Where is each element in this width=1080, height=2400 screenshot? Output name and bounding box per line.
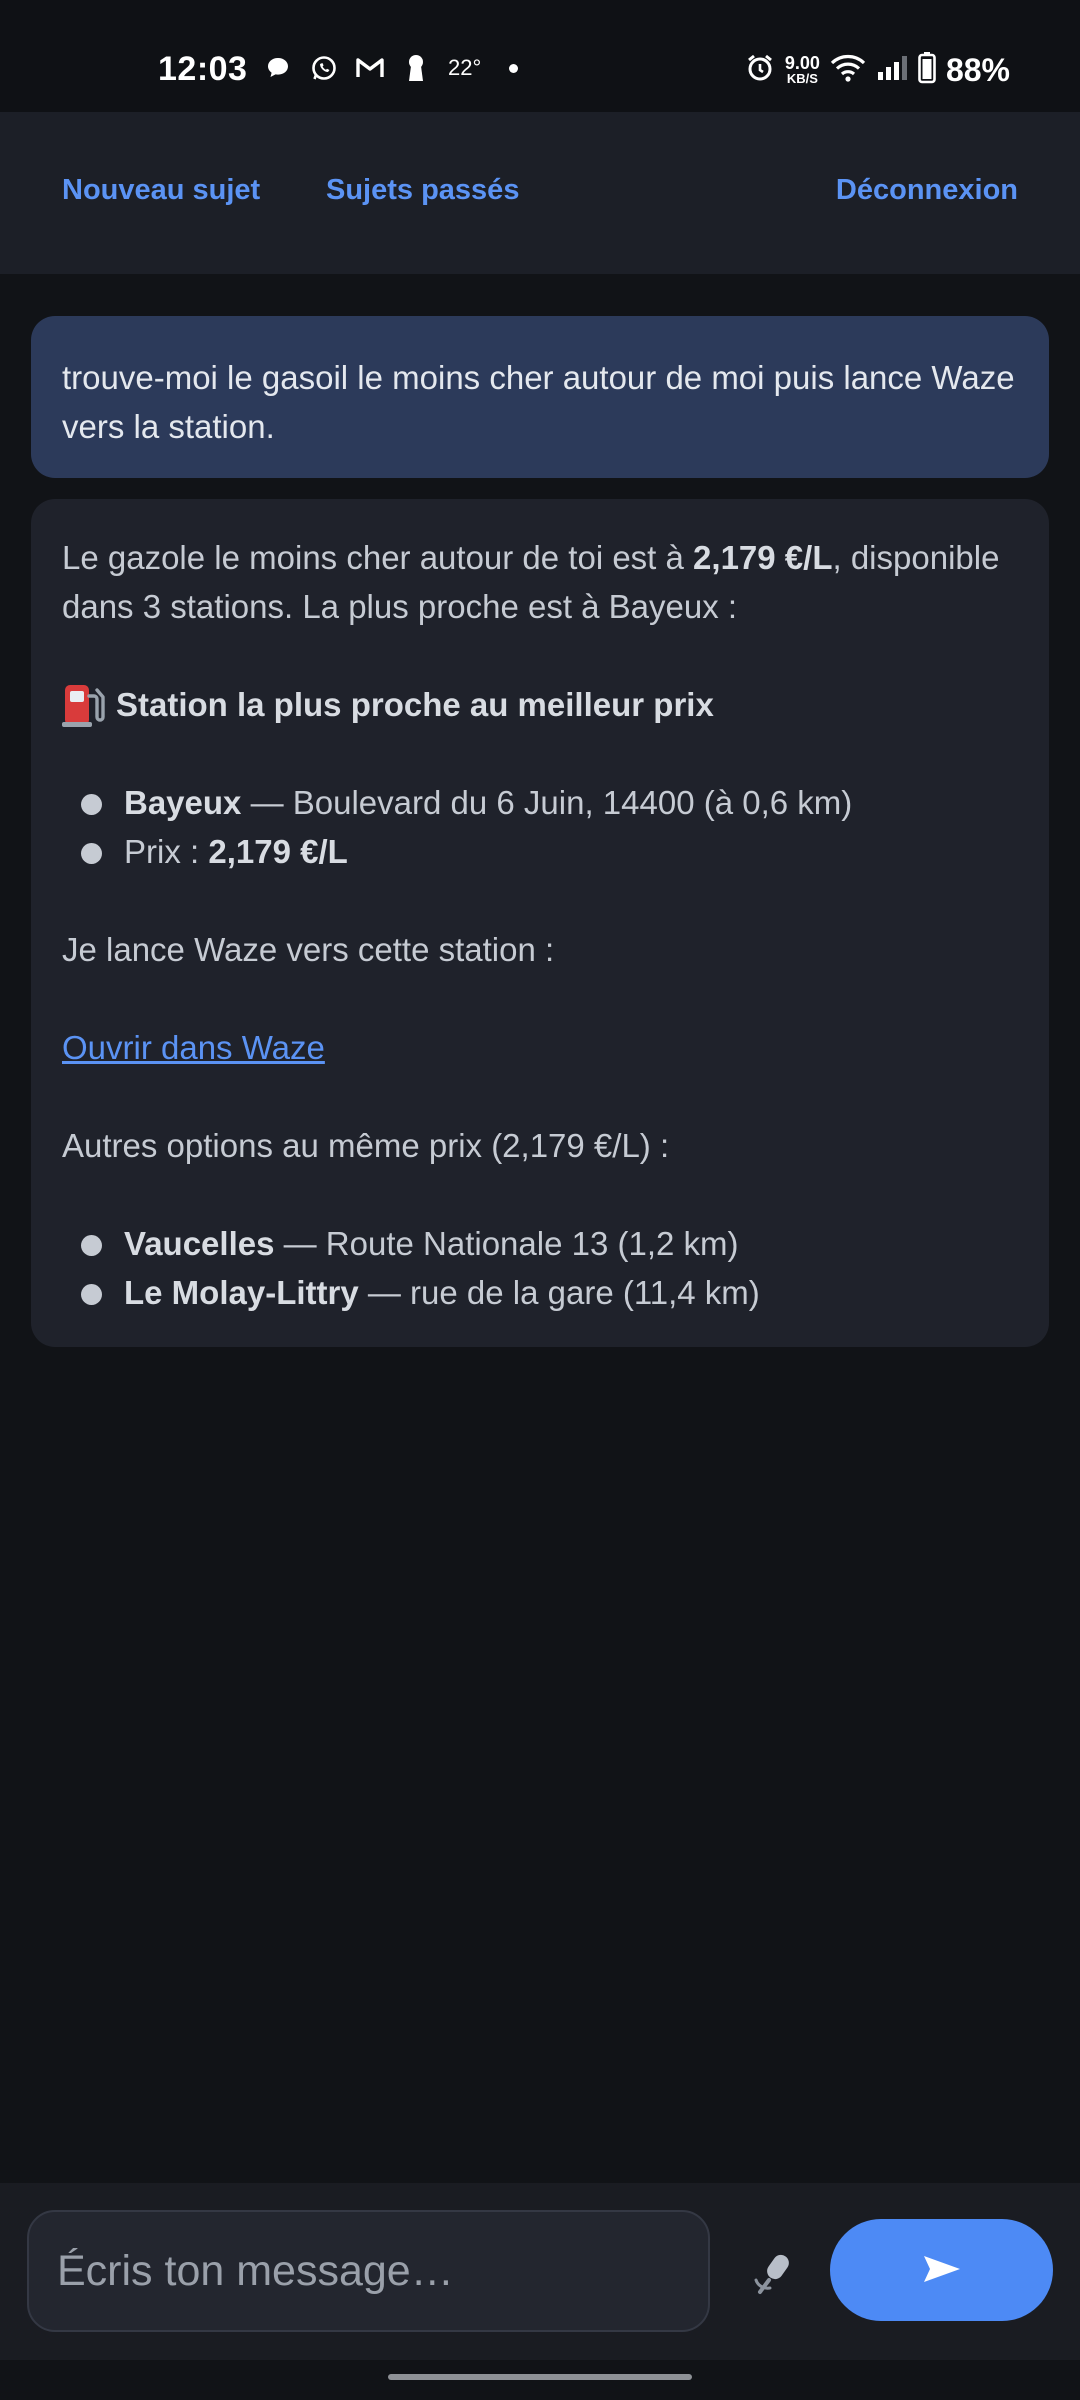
- user-message-bubble: trouve-moi le gasoil le moins cher autou…: [31, 316, 1049, 478]
- section-heading-text: Station la plus proche au meilleur prix: [116, 686, 714, 723]
- station-name: Le Molay-Littry: [124, 1274, 359, 1311]
- station-name: Bayeux: [124, 784, 242, 821]
- chat-screen: 12:03 22° 9.00 KB/S 88% Nouveau sujet Su…: [0, 0, 1080, 2400]
- other-options-intro: Autres options au même prix (2,179 €/L) …: [62, 1127, 670, 1164]
- list-item: Le Molay-Littry — rue de la gare (11,4 k…: [62, 1268, 1018, 1317]
- station-detail: — Boulevard du 6 Juin, 14400 (à 0,6 km): [241, 784, 853, 821]
- open-waze-link[interactable]: Ouvrir dans Waze: [62, 1029, 325, 1066]
- list-item: Prix : 2,179 €/L: [62, 827, 1018, 876]
- microphone-icon: [750, 2250, 794, 2303]
- status-time: 12:03: [158, 50, 248, 88]
- other-stations-list: Vaucelles — Route Nationale 13 (1,2 km) …: [62, 1219, 1018, 1317]
- station-detail: — Route Nationale 13 (1,2 km): [274, 1225, 739, 1262]
- more-notifications-dot: [509, 63, 519, 73]
- message-composer: [0, 2183, 1080, 2360]
- assistant-intro: Le gazole le moins cher autour de toi es…: [62, 533, 1018, 631]
- user-message-text: trouve-moi le gasoil le moins cher autou…: [62, 359, 1015, 445]
- price-value: 2,179 €/L: [208, 833, 348, 870]
- wifi-icon: [830, 54, 866, 87]
- battery-percentage: 88%: [945, 52, 1010, 88]
- nearest-station-list: Bayeux — Boulevard du 6 Juin, 14400 (à 0…: [62, 778, 1018, 876]
- net-speed-unit: KB/S: [786, 70, 818, 86]
- microphone-button[interactable]: [744, 2248, 800, 2304]
- fuel-pump-icon: [62, 682, 106, 728]
- price-label: Prix :: [124, 833, 209, 870]
- launch-text: Je lance Waze vers cette station :: [62, 931, 555, 968]
- message-input[interactable]: [27, 2210, 710, 2332]
- intro-text: Le gazole le moins cher autour de toi es…: [62, 539, 694, 576]
- new-topic-link[interactable]: Nouveau sujet: [62, 174, 260, 207]
- section-heading: Station la plus proche au meilleur prix: [62, 680, 1018, 729]
- chat-bubble-icon: [262, 52, 294, 84]
- assistant-message-bubble: Le gazole le moins cher autour de toi es…: [31, 499, 1049, 1347]
- battery-icon: [918, 52, 936, 89]
- alarm-icon: [745, 53, 775, 88]
- list-item: Bayeux — Boulevard du 6 Juin, 14400 (à 0…: [62, 778, 1018, 827]
- whatsapp-icon: [308, 52, 340, 84]
- logout-link[interactable]: Déconnexion: [836, 174, 1018, 207]
- system-icons: 9.00 KB/S 88%: [745, 52, 1010, 89]
- signal-icon: [876, 54, 908, 87]
- top-navigation: Nouveau sujet Sujets passés Déconnexion: [0, 112, 1080, 274]
- notification-icons: 22°: [262, 52, 519, 84]
- status-bar: 12:03 22° 9.00 KB/S 88%: [0, 0, 1080, 112]
- intro-price: 2,179 €/L: [693, 539, 833, 576]
- past-topics-link[interactable]: Sujets passés: [326, 174, 519, 207]
- station-detail: — rue de la gare (11,4 km): [358, 1274, 760, 1311]
- send-button[interactable]: [830, 2219, 1053, 2321]
- send-arrow-icon: [922, 2254, 962, 2287]
- list-item: Vaucelles — Route Nationale 13 (1,2 km): [62, 1219, 1018, 1268]
- temperature: 22°: [448, 55, 482, 80]
- station-name: Vaucelles: [124, 1225, 275, 1262]
- network-speed: 9.00 KB/S: [784, 52, 820, 87]
- gmail-icon: [354, 52, 386, 84]
- home-indicator[interactable]: [388, 2374, 692, 2380]
- net-speed-value: 9.00: [784, 52, 820, 73]
- keyhole-icon: [400, 52, 432, 84]
